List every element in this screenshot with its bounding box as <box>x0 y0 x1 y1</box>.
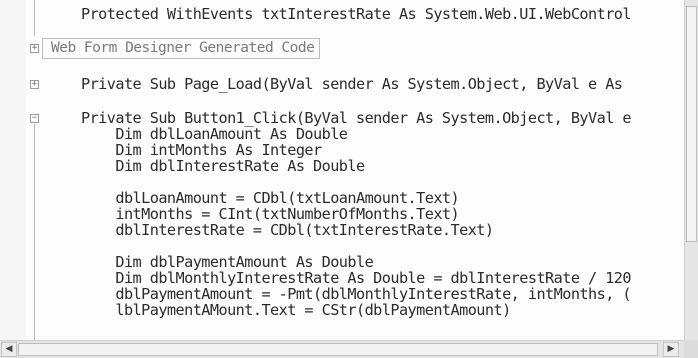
collapsed-region-label[interactable]: Web Form Designer Generated Code <box>42 38 321 59</box>
vertical-scrollbar[interactable] <box>684 0 698 340</box>
scroll-right-icon[interactable]: ▶ <box>663 342 679 357</box>
horizontal-scroll-thumb[interactable] <box>18 343 658 356</box>
scroll-left-icon[interactable]: ◀ <box>1 342 17 357</box>
outline-gutter <box>0 0 26 340</box>
code-editor-window: + + − Protected WithEvents txtInterestRa… <box>0 0 698 358</box>
scrollbar-corner <box>684 340 698 358</box>
expand-page-load-icon[interactable]: + <box>30 80 39 89</box>
expand-region-icon[interactable]: + <box>30 44 39 53</box>
collapse-button1-click-icon[interactable]: − <box>30 114 39 123</box>
vertical-scroll-thumb[interactable] <box>686 6 697 242</box>
horizontal-scrollbar[interactable]: ◀ ▶ <box>0 340 698 358</box>
outline-guide <box>34 0 35 36</box>
outline-guide <box>34 124 35 340</box>
code-line: dblInterestRate = CDbl(txtInterestRate.T… <box>81 221 494 239</box>
code-line: Private Sub Page_Load(ByVal sender As Sy… <box>81 75 623 93</box>
code-line: Protected WithEvents txtInterestRate As … <box>81 5 632 23</box>
code-editor[interactable]: + + − Protected WithEvents txtInterestRa… <box>0 0 684 340</box>
code-line: lblPaymentAMount.Text = CStr(dblPaymentA… <box>81 301 511 319</box>
code-line: Dim dblInterestRate As Double <box>81 157 365 175</box>
